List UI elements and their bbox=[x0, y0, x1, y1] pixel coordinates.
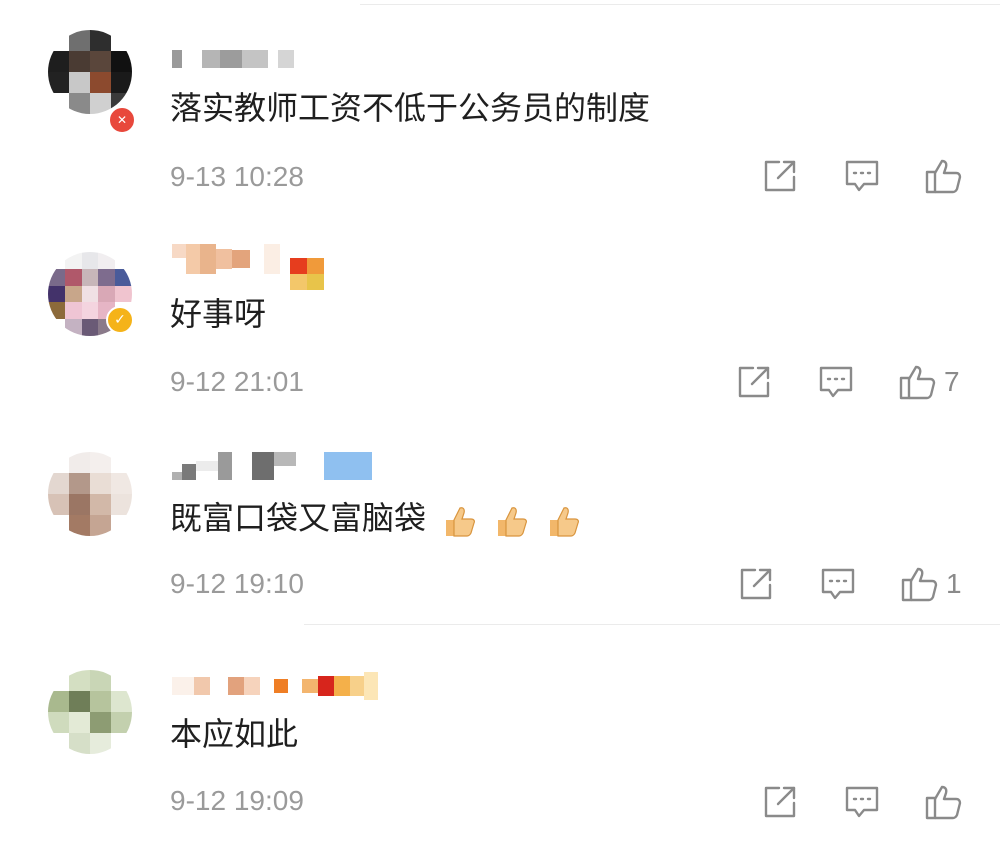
share-icon bbox=[740, 568, 772, 600]
like-count: 1 bbox=[946, 568, 962, 599]
comment-item: 既富口袋又富脑袋 9-12 19:10 1 bbox=[0, 430, 1000, 628]
comment-text: 本应如此 bbox=[170, 715, 299, 753]
reply-button[interactable] bbox=[844, 158, 880, 194]
share-icon bbox=[738, 366, 770, 398]
verified-check-badge-icon: ✓ bbox=[106, 306, 134, 334]
thumbs-up-icon bbox=[899, 365, 936, 400]
reply-button[interactable] bbox=[818, 364, 854, 400]
comment-icon bbox=[845, 786, 879, 818]
red-v-badge-icon: ✕ bbox=[108, 106, 136, 134]
avatar[interactable] bbox=[48, 30, 132, 114]
thumbs-up-icon bbox=[901, 567, 938, 602]
comment-item: ✕ 落实教师工资不低于公务员的制度 9-13 10:28 bbox=[0, 0, 1000, 210]
thumbs-up-icon bbox=[925, 785, 962, 820]
divider bbox=[360, 4, 1000, 5]
username-blurred[interactable] bbox=[172, 48, 294, 70]
share-button[interactable] bbox=[736, 364, 772, 400]
like-button[interactable] bbox=[924, 156, 970, 196]
thumbs-up-emoji bbox=[544, 500, 582, 540]
like-count: 7 bbox=[944, 366, 960, 397]
comment-item: ✓ 好事呀 9-12 21:01 7 bbox=[0, 210, 1000, 430]
thumbs-up-emoji bbox=[440, 500, 478, 540]
comment-text: 好事呀 bbox=[170, 295, 267, 333]
like-button[interactable]: 1 bbox=[900, 564, 962, 604]
comment-text-content: 既富口袋又富脑袋 bbox=[170, 499, 427, 537]
comment-item: 本应如此 9-12 19:09 bbox=[0, 628, 1000, 848]
avatar[interactable] bbox=[48, 452, 132, 536]
thumbs-up-icon bbox=[925, 159, 962, 194]
comment-time: 9-12 21:01 bbox=[170, 366, 304, 397]
member-badge-icon bbox=[290, 258, 324, 290]
thumbs-up-emoji bbox=[492, 500, 530, 540]
share-icon bbox=[764, 786, 796, 818]
comment-icon bbox=[821, 568, 855, 600]
like-button[interactable]: 7 bbox=[898, 362, 960, 402]
comment-time: 9-13 10:28 bbox=[170, 161, 304, 192]
comment-time: 9-12 19:09 bbox=[170, 785, 304, 816]
username-blurred[interactable] bbox=[172, 244, 280, 274]
reply-button[interactable] bbox=[844, 784, 880, 820]
username-blurred[interactable] bbox=[172, 452, 372, 480]
comment-icon bbox=[819, 366, 853, 398]
comment-text: 落实教师工资不低于公务员的制度 bbox=[170, 89, 651, 127]
comment-icon bbox=[845, 160, 879, 192]
share-icon bbox=[764, 160, 796, 192]
comment-time: 9-12 19:10 bbox=[170, 568, 304, 599]
like-button[interactable] bbox=[924, 782, 970, 822]
username-blurred[interactable] bbox=[172, 672, 378, 700]
share-button[interactable] bbox=[762, 784, 798, 820]
avatar[interactable] bbox=[48, 670, 132, 754]
share-button[interactable] bbox=[738, 566, 774, 602]
reply-button[interactable] bbox=[820, 566, 856, 602]
comment-text: 既富口袋又富脑袋 bbox=[170, 498, 582, 540]
share-button[interactable] bbox=[762, 158, 798, 194]
divider bbox=[304, 624, 1000, 625]
